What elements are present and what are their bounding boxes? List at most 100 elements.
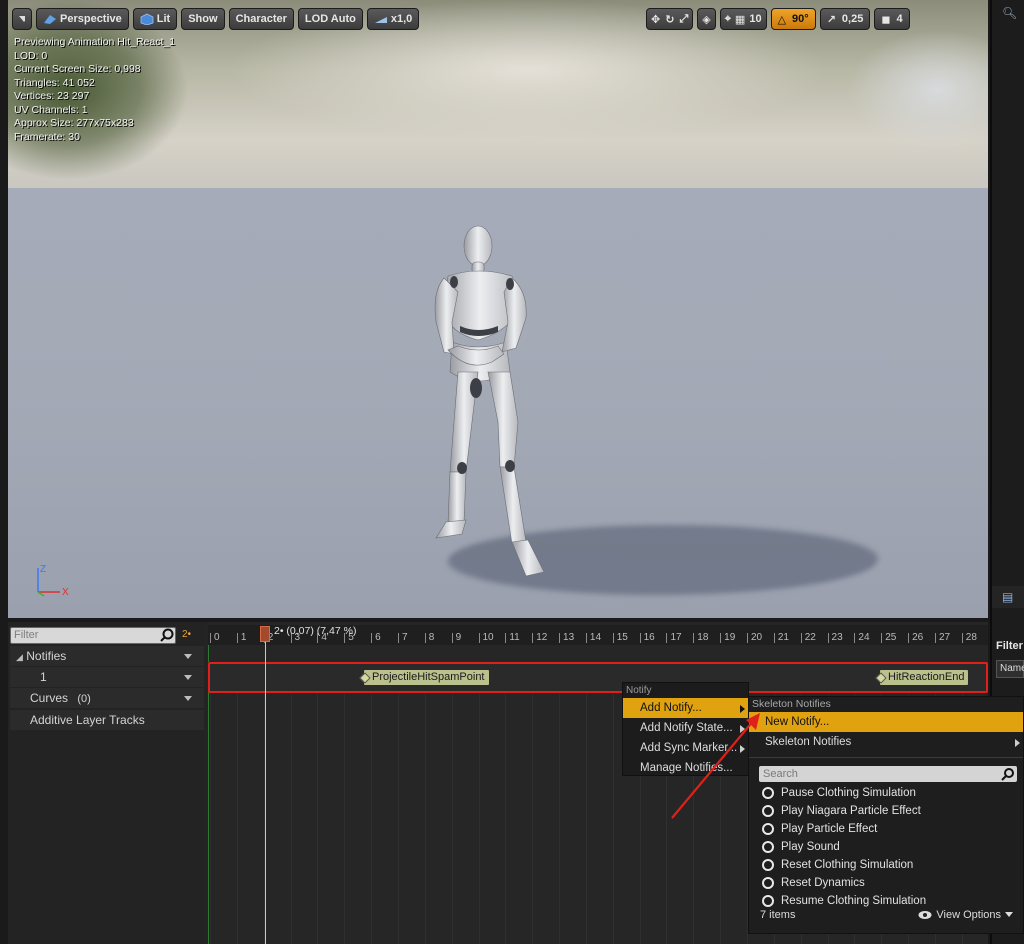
menu-header: Notify <box>626 685 652 696</box>
playback-speed-button[interactable]: x1,0 <box>366 8 420 30</box>
frame-badge: 2• <box>182 629 192 640</box>
grid-line <box>290 693 292 944</box>
expand-icon[interactable]: ◢ <box>16 652 23 662</box>
viewport-toolbar-right: ✥ ↻ ⤢ ◈ ⌖ ▦ 10 △ 90° ↗ 0,25 ◼ 4 <box>646 8 910 30</box>
chevron-down-icon <box>1005 912 1013 917</box>
list-icon: ▤ <box>1002 590 1014 604</box>
chevron-down-icon[interactable] <box>184 696 192 701</box>
translate-icon[interactable]: ✥ <box>651 13 660 26</box>
viewport-toolbar-left: Perspective Lit Show Character LOD Auto … <box>12 8 420 30</box>
chevron-right-icon <box>740 705 745 713</box>
axis-z-label: Z <box>40 564 46 575</box>
notify-option-play-sound[interactable]: Play Sound <box>749 838 1023 856</box>
viewport-stats: Previewing Animation Hit_React_1 LOD: 0 … <box>14 36 175 144</box>
playhead-label: 2• (0,07) (7,47 %) <box>274 625 357 637</box>
ruler-tick: 7 <box>397 633 408 643</box>
grid-line <box>505 693 507 944</box>
stat-line: Current Screen Size: 0,998 <box>14 63 141 75</box>
search-icon[interactable]: 🔍︎ <box>1002 6 1017 20</box>
scale-icon[interactable]: ⤢ <box>679 13 688 26</box>
stat-line: UV Channels: 1 <box>14 103 88 116</box>
transform-tools: ✥ ↻ ⤢ <box>646 8 694 30</box>
add-notify-state-item[interactable]: Add Notify State... <box>623 718 748 738</box>
notify-track-1[interactable]: 1 <box>10 667 204 687</box>
notifies-track[interactable]: ◢ Notifies <box>10 646 204 666</box>
playhead-handle[interactable] <box>260 626 270 642</box>
notify-option-reset-dynamics[interactable]: Reset Dynamics <box>749 874 1023 892</box>
grid-snap-group[interactable]: ⌖ ▦ 10 <box>719 8 767 30</box>
curves-track[interactable]: Curves (0) <box>10 688 204 708</box>
chevron-down-icon[interactable] <box>184 675 192 680</box>
lod-button[interactable]: LOD Auto <box>297 8 363 30</box>
view-options-button[interactable]: View Options <box>918 909 1013 921</box>
surface-snap-icon: ⌖ <box>724 12 731 25</box>
grid-line <box>585 693 587 944</box>
preview-viewport[interactable]: Perspective Lit Show Character LOD Auto … <box>8 0 988 618</box>
notify-context-menu: Notify Add Notify... Add Notify State...… <box>622 682 749 776</box>
playhead-line <box>265 642 266 944</box>
grid-line <box>532 693 534 944</box>
skeleton-notifies-item[interactable]: Skeleton Notifies <box>749 732 1023 752</box>
ruler-tick: 17 <box>666 633 682 643</box>
stat-line: Vertices: 23 297 <box>14 90 90 102</box>
chevron-right-icon <box>740 725 745 733</box>
perspective-icon <box>44 15 56 24</box>
track-filter-input[interactable]: Filter <box>10 627 176 644</box>
notify-option-reset-clothing[interactable]: Reset Clothing Simulation <box>749 856 1023 874</box>
notify-search-input[interactable]: Search <box>759 766 1017 782</box>
new-notify-item[interactable]: New Notify... <box>749 712 1023 732</box>
character-button[interactable]: Character <box>228 8 294 30</box>
stat-line: Framerate: 30 <box>14 130 80 143</box>
lit-button[interactable]: Lit <box>132 8 178 30</box>
asset-browser-tab[interactable]: ▤ <box>992 586 1024 608</box>
notify-option-resume-clothing[interactable]: Resume Clothing Simulation <box>749 892 1023 910</box>
radio-icon <box>762 841 774 853</box>
notify-option-pause-clothing[interactable]: Pause Clothing Simulation <box>749 784 1023 802</box>
chevron-down-icon[interactable] <box>184 654 192 659</box>
ruler-tick: 28 <box>961 633 977 643</box>
perspective-button[interactable]: Perspective <box>36 8 129 30</box>
angle-snap-group[interactable]: △ 90° <box>770 8 816 30</box>
right-panel-name-header[interactable]: Name <box>996 660 1024 678</box>
submenu-footer: 7 items View Options <box>749 909 1023 925</box>
ruler-tick: 9 <box>451 633 461 643</box>
ruler-tick: 11 <box>505 633 520 643</box>
ruler-tick: 27 <box>934 633 950 643</box>
ruler-tick: 0 <box>210 633 220 643</box>
rotate-icon[interactable]: ↻ <box>665 13 674 26</box>
stat-line: LOD: 0 <box>14 49 48 62</box>
grid-line <box>317 693 319 944</box>
show-button[interactable]: Show <box>181 8 225 30</box>
scale-snap-icon: ↗ <box>826 13 836 26</box>
additive-layer-track[interactable]: Additive Layer Tracks <box>10 710 204 730</box>
submenu-header: Skeleton Notifies <box>752 698 831 710</box>
grid-line <box>451 693 453 944</box>
camera-icon: ◼ <box>881 13 891 26</box>
ruler-tick: 20 <box>747 633 762 643</box>
radio-icon <box>762 877 774 889</box>
grid-icon: ▦ <box>734 13 746 26</box>
viewport-options-button[interactable] <box>12 8 32 30</box>
ruler-tick: 19 <box>720 633 735 643</box>
grid-line <box>210 693 211 944</box>
scale-snap-group[interactable]: ↗ 0,25 <box>819 8 871 30</box>
add-notify-item[interactable]: Add Notify... <box>623 698 748 718</box>
ruler-tick: 25 <box>881 633 896 643</box>
ruler-tick: 18 <box>693 633 708 643</box>
manage-notifies-item[interactable]: Manage Notifies... <box>623 758 748 778</box>
add-notify-submenu: Skeleton Notifies New Notify... Skeleton… <box>748 696 1024 934</box>
grid-line <box>559 693 561 944</box>
notify-option-play-particle[interactable]: Play Particle Effect <box>749 820 1023 838</box>
coordinate-space-button[interactable]: ◈ <box>697 8 716 30</box>
ruler-tick: 10 <box>478 633 494 643</box>
mannequin-character[interactable] <box>418 222 568 582</box>
cube-icon <box>140 13 154 25</box>
search-icon[interactable] <box>159 628 175 642</box>
ruler-tick: 24 <box>854 633 870 643</box>
camera-speed-button[interactable]: ◼ 4 <box>874 8 910 30</box>
notify-option-play-niagara[interactable]: Play Niagara Particle Effect <box>749 802 1023 820</box>
item-count: 7 items <box>760 909 796 921</box>
stat-line: Triangles: 41 052 <box>14 76 95 89</box>
ruler-tick: 15 <box>612 633 628 643</box>
add-sync-marker-item[interactable]: Add Sync Marker... <box>623 738 748 758</box>
